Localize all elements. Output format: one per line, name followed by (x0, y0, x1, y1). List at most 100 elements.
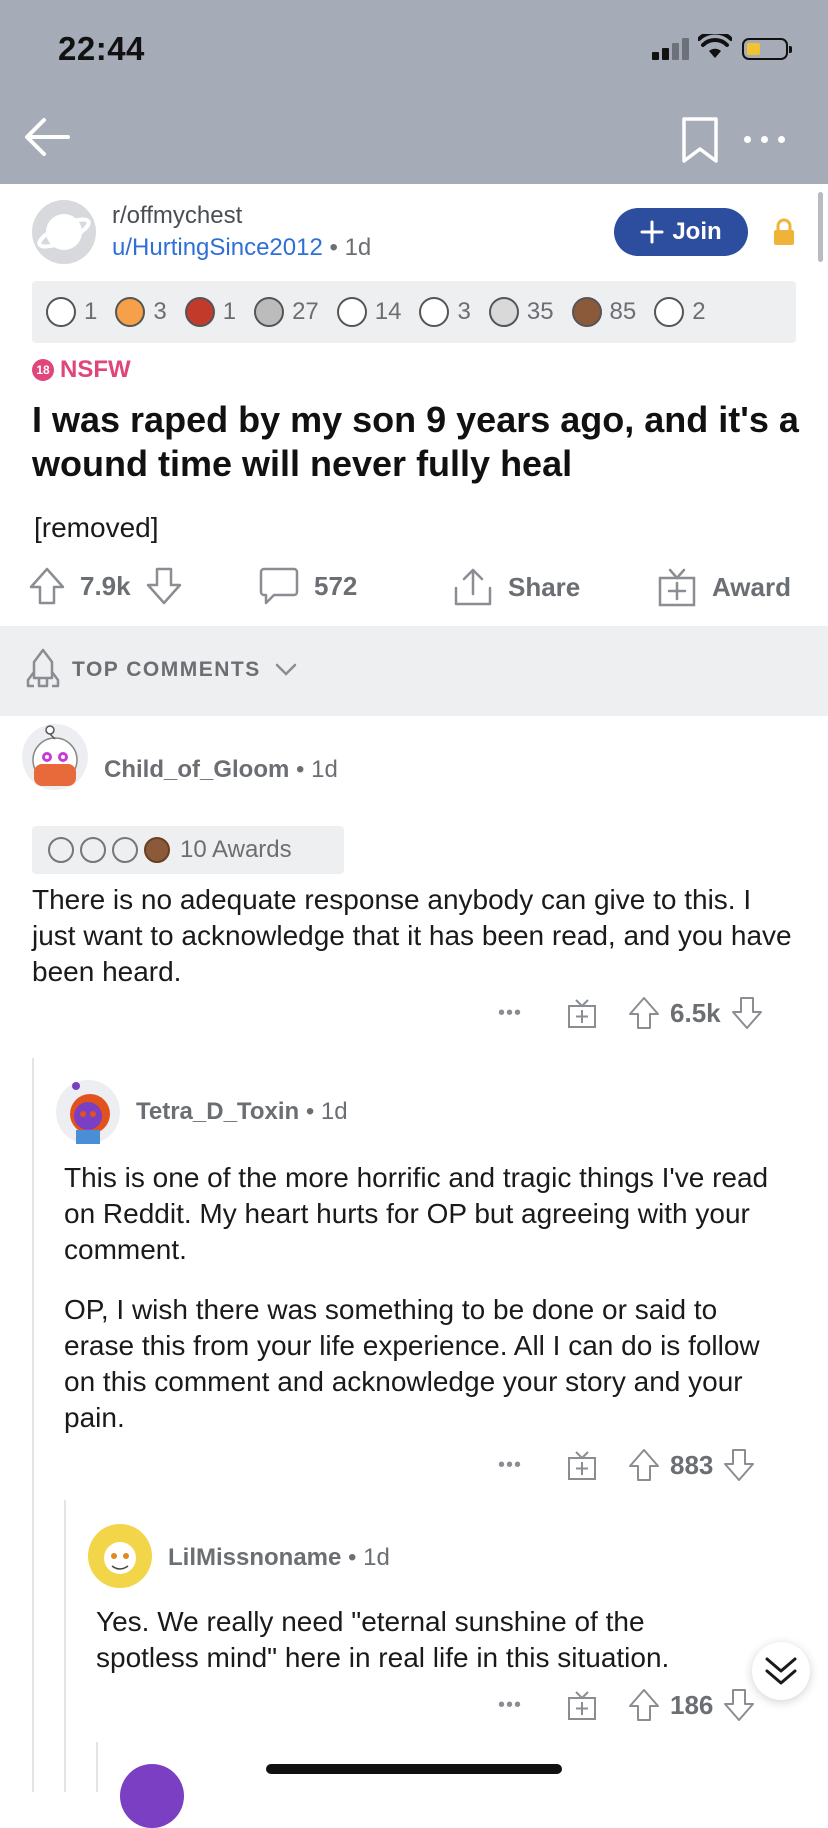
award-count: 35 (526, 298, 554, 325)
nsfw-18-icon: 18 (32, 359, 54, 381)
gift-award-icon (658, 568, 696, 607)
award-item[interactable]: 1 (46, 297, 97, 327)
wholesome-icon (112, 837, 138, 863)
thread-line[interactable] (32, 1058, 34, 1792)
subreddit-name[interactable]: r/offmychest (112, 202, 242, 230)
comment-score: 6.5k (670, 997, 721, 1028)
share-button[interactable]: Share (452, 566, 580, 608)
downvote-icon[interactable] (731, 996, 763, 1030)
share-icon (454, 568, 492, 606)
back-arrow-icon[interactable] (22, 112, 72, 162)
downvote-icon[interactable] (723, 1688, 755, 1722)
more-options-icon[interactable]: ••• (498, 1454, 522, 1477)
award-item[interactable]: 1 (184, 297, 237, 327)
top-app-bar: 22:44 (0, 0, 828, 184)
post-title: I was raped by my son 9 years ago, and i… (32, 399, 799, 484)
award-count: 14 (374, 298, 402, 325)
wholesome-icon (336, 297, 367, 327)
award-count: 3 (153, 298, 167, 325)
heartwarming-icon (419, 297, 450, 327)
post-score: 7.9k (80, 570, 131, 601)
comment-text: Yes. We really need "eternal sunshine of… (96, 1606, 670, 1673)
award-item[interactable]: 35 (488, 297, 554, 327)
vote-controls: 7.9k (28, 566, 183, 606)
award-count: 85 (609, 298, 637, 325)
sort-dropdown[interactable]: TOP COMMENTS (72, 658, 298, 682)
post-meta: u/HurtingSince2012 • 1d (112, 234, 372, 261)
comment-actions: ••• 186 (498, 1688, 755, 1722)
more-options-icon[interactable] (744, 136, 786, 146)
comment-text: There is no adequate response anybody ca… (32, 884, 792, 987)
wholesome-seal-icon (46, 297, 76, 327)
award-icon (48, 837, 74, 863)
award-count: 27 (292, 298, 319, 325)
seal-icon (654, 297, 685, 327)
downvote-icon[interactable] (145, 566, 183, 606)
award-item[interactable]: 27 (254, 297, 319, 327)
comment-awards[interactable]: 10 Awards (32, 826, 344, 874)
snoo-avatar-icon (104, 1542, 136, 1574)
upvote-icon[interactable] (628, 1448, 660, 1482)
downvote-icon[interactable] (723, 1448, 755, 1482)
scrollbar[interactable] (818, 192, 823, 262)
snoo-avatar-icon (32, 725, 78, 786)
comment-meta: LilMissnoname • 1d (168, 1544, 390, 1571)
avatar[interactable] (88, 1524, 152, 1588)
post-awards-bar[interactable]: 1 3 1 27 14 3 35 85 2 (32, 281, 796, 343)
award-count: 1 (84, 298, 98, 325)
award-item[interactable]: 85 (571, 297, 637, 327)
upvote-icon[interactable] (28, 566, 66, 606)
comments-button[interactable]: 572 (258, 566, 357, 606)
author-link[interactable]: u/HurtingSince2012 (112, 234, 323, 261)
gift-award-icon[interactable] (566, 997, 598, 1029)
award-item[interactable]: 2 (654, 297, 706, 327)
gift-award-icon[interactable] (566, 1689, 598, 1721)
comment-author[interactable]: LilMissnoname (168, 1544, 341, 1571)
wifi-icon (698, 34, 732, 58)
award-item[interactable]: 3 (419, 297, 471, 327)
double-chevron-down-icon (765, 1657, 797, 1685)
comment-meta: Tetra_D_Toxin • 1d (136, 1098, 348, 1125)
comment-text: OP, I wish there was something to be don… (64, 1294, 760, 1433)
bookmark-icon[interactable] (680, 116, 720, 164)
plus-icon (640, 220, 664, 244)
comment-actions: ••• 883 (498, 1448, 755, 1482)
comment-score: 883 (670, 1449, 714, 1480)
nsfw-tag: 18 NSFW (32, 356, 131, 384)
more-options-icon[interactable]: ••• (498, 1002, 522, 1025)
subreddit-avatar[interactable] (32, 200, 96, 264)
comment-text: This is one of the more horrific and tra… (64, 1162, 769, 1265)
status-time: 22:44 (58, 30, 145, 67)
comment-author[interactable]: Child_of_Gloom (104, 756, 289, 783)
starstruck-icon (115, 297, 146, 327)
battery-icon (742, 38, 792, 60)
avatar[interactable] (120, 1764, 184, 1828)
award-item[interactable]: 14 (336, 297, 402, 327)
thread-line[interactable] (64, 1500, 66, 1792)
award-item[interactable]: 3 (115, 297, 167, 327)
award-button[interactable]: Award (656, 566, 791, 608)
home-indicator[interactable] (266, 1764, 562, 1774)
join-button[interactable]: Join (614, 208, 748, 256)
hugz-icon (254, 297, 285, 327)
comment-meta: Child_of_Gloom • 1d (104, 756, 338, 783)
silver-icon (488, 297, 519, 327)
more-options-icon[interactable]: ••• (498, 1694, 522, 1717)
thread-line[interactable] (96, 1742, 98, 1792)
post-body: [removed] (34, 512, 159, 543)
upvote-icon[interactable] (628, 996, 660, 1030)
avatar[interactable] (56, 1080, 120, 1144)
planet-icon (37, 214, 91, 250)
upvote-icon[interactable] (628, 1688, 660, 1722)
comment-author[interactable]: Tetra_D_Toxin (136, 1098, 299, 1125)
snoo-avatar-icon (70, 1082, 110, 1144)
avatar[interactable] (22, 724, 88, 790)
comment-score: 186 (670, 1689, 714, 1720)
gift-award-icon[interactable] (566, 1449, 598, 1481)
hugz-icon (80, 837, 106, 863)
post-age: 1d (344, 234, 372, 261)
lock-icon (774, 218, 794, 245)
award-count: 1 (222, 298, 237, 325)
rocket-sort-icon[interactable] (26, 648, 60, 688)
collapse-threads-button[interactable] (752, 1642, 810, 1700)
